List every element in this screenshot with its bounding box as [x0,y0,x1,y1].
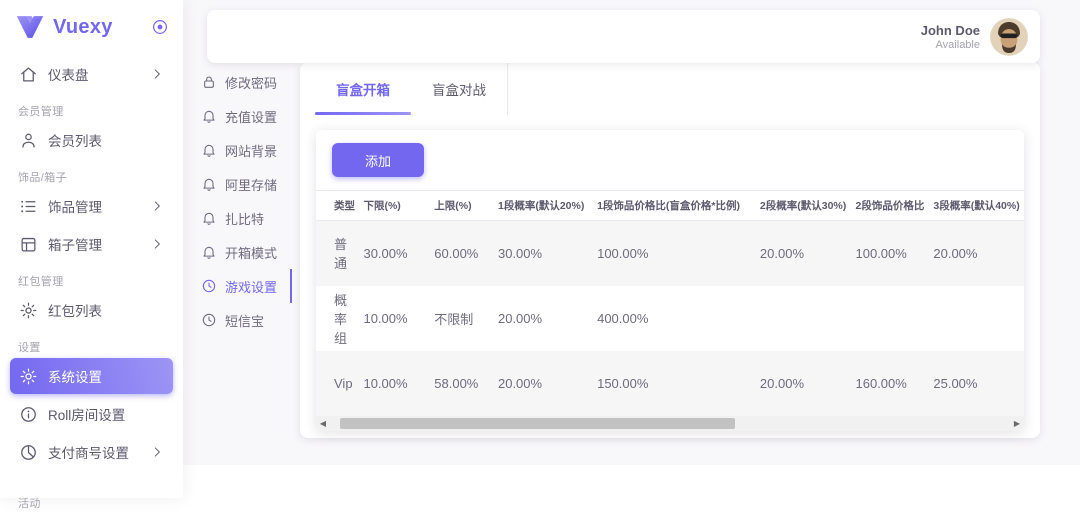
user-name: John Doe [921,23,980,38]
vuexy-logo-icon[interactable] [16,15,44,39]
sidebar-item-member-list[interactable]: 会员列表 [10,122,173,158]
submenu-ali-storage[interactable]: 阿里存储 [200,167,292,201]
scroll-left-arrow-icon[interactable]: ◀ [316,416,330,431]
brand-row: Vuexy [0,0,183,54]
pie-chart-icon [18,442,38,462]
scrollbar-track[interactable] [330,418,1010,429]
list-icon [18,196,38,216]
info-icon [18,404,38,424]
sidebar: Vuexy 仪表盘 会员管理 会员列表 饰品/箱子 饰品管理 箱子管理 [0,0,183,498]
sidebar-item-payment-merchant-settings[interactable]: 支付商号设置 [10,434,173,470]
add-button[interactable]: 添加 [332,143,424,177]
clock-icon [200,312,217,329]
col-stage2-probability: 2段概率(默认30%) [755,191,851,221]
submenu-website-background[interactable]: 网站背景 [200,133,292,167]
col-stage3-probability: 3段概率(默认40%) [928,191,1024,221]
bell-icon [200,244,217,261]
main-content-card: 盲盒开箱 盲盒对战 添加 类型 下限(%) 上限(%) 1段概率(默认20%) … [300,62,1040,438]
bell-icon [200,176,217,193]
bell-icon [200,142,217,159]
sidebar-group-redpacket: 红包管理 [0,274,183,290]
col-type: 类型 [316,191,358,221]
sidebar-item-accessory-management[interactable]: 饰品管理 [10,188,173,224]
sidebar-group-members: 会员管理 [0,104,183,120]
submenu-change-password[interactable]: 修改密码 [200,65,292,99]
user-status: Available [921,39,980,51]
submenu-smsbao[interactable]: 短信宝 [200,303,292,337]
col-stage1-probability: 1段概率(默认20%) [493,191,592,221]
user-avatar[interactable] [990,18,1028,56]
home-icon [18,64,38,84]
sidebar-item-dashboard[interactable]: 仪表盘 [10,56,173,92]
sidebar-item-roll-room-settings[interactable]: Roll房间设置 [10,396,173,432]
tabs-row: 盲盒开箱 盲盒对战 [300,62,1040,115]
top-navbar: John Doe Available [207,10,1040,63]
scroll-right-arrow-icon[interactable]: ▶ [1010,416,1024,431]
tab-blindbox-battle[interactable]: 盲盒对战 [411,62,507,115]
submenu-recharge-settings[interactable]: 充值设置 [200,99,292,133]
table-row: 概率组 10.00% 不限制 20.00% 400.00% [316,286,1024,351]
chevron-right-icon [150,199,165,214]
table-row: 普通 30.00% 60.00% 30.00% 100.00% 20.00% 1… [316,221,1024,286]
col-lower-limit: 下限(%) [358,191,429,221]
sidebar-group-settings: 设置 [0,340,183,356]
table-header-row: 类型 下限(%) 上限(%) 1段概率(默认20%) 1段饰品价格比(盲盒价格*… [316,191,1024,221]
col-upper-limit: 上限(%) [429,191,493,221]
chevron-right-icon [150,67,165,82]
sidebar-group-activity: 活动 [0,496,183,512]
gear-icon [18,300,38,320]
box-icon [18,234,38,254]
chevron-right-icon [150,237,165,252]
chevron-right-icon [150,445,165,460]
bell-icon [200,210,217,227]
sidebar-toggle-radio-circle-icon[interactable] [151,18,169,36]
clock-icon [200,278,217,295]
lock-icon [200,74,217,91]
horizontal-scrollbar: ◀ ▶ [316,416,1024,431]
submenu-unbox-mode[interactable]: 开箱模式 [200,235,292,269]
bell-icon [200,108,217,125]
col-stage1-price-ratio: 1段饰品价格比(盲盒价格*比例) [592,191,755,221]
tab-blindbox-open[interactable]: 盲盒开箱 [315,62,411,115]
col-stage2-price-ratio: 2段饰品价格比 [851,191,929,221]
submenu-zhabite[interactable]: 扎比特 [200,201,292,235]
table-card: 添加 类型 下限(%) 上限(%) 1段概率(默认20%) 1段饰品价格比(盲盒… [316,130,1024,431]
submenu-game-settings[interactable]: 游戏设置 [200,269,292,303]
scrollbar-thumb[interactable] [340,418,734,429]
game-settings-table: 类型 下限(%) 上限(%) 1段概率(默认20%) 1段饰品价格比(盲盒价格*… [316,190,1024,416]
brand-name: Vuexy [53,16,151,39]
settings-submenu: 修改密码 充值设置 网站背景 阿里存储 扎比特 开箱模式 游戏设置 短信宝 [200,65,292,337]
table-toolbar: 添加 [316,130,1024,190]
user-block: John Doe Available [921,23,980,51]
user-icon [18,130,38,150]
sidebar-item-box-management[interactable]: 箱子管理 [10,226,173,262]
gear-icon [18,366,38,386]
sidebar-item-system-settings[interactable]: 系统设置 [10,358,173,394]
sidebar-item-redpacket-list[interactable]: 红包列表 [10,292,173,328]
table-row: Vip 10.00% 58.00% 20.00% 150.00% 20.00% … [316,351,1024,416]
sidebar-group-items-boxes: 饰品/箱子 [0,170,183,186]
